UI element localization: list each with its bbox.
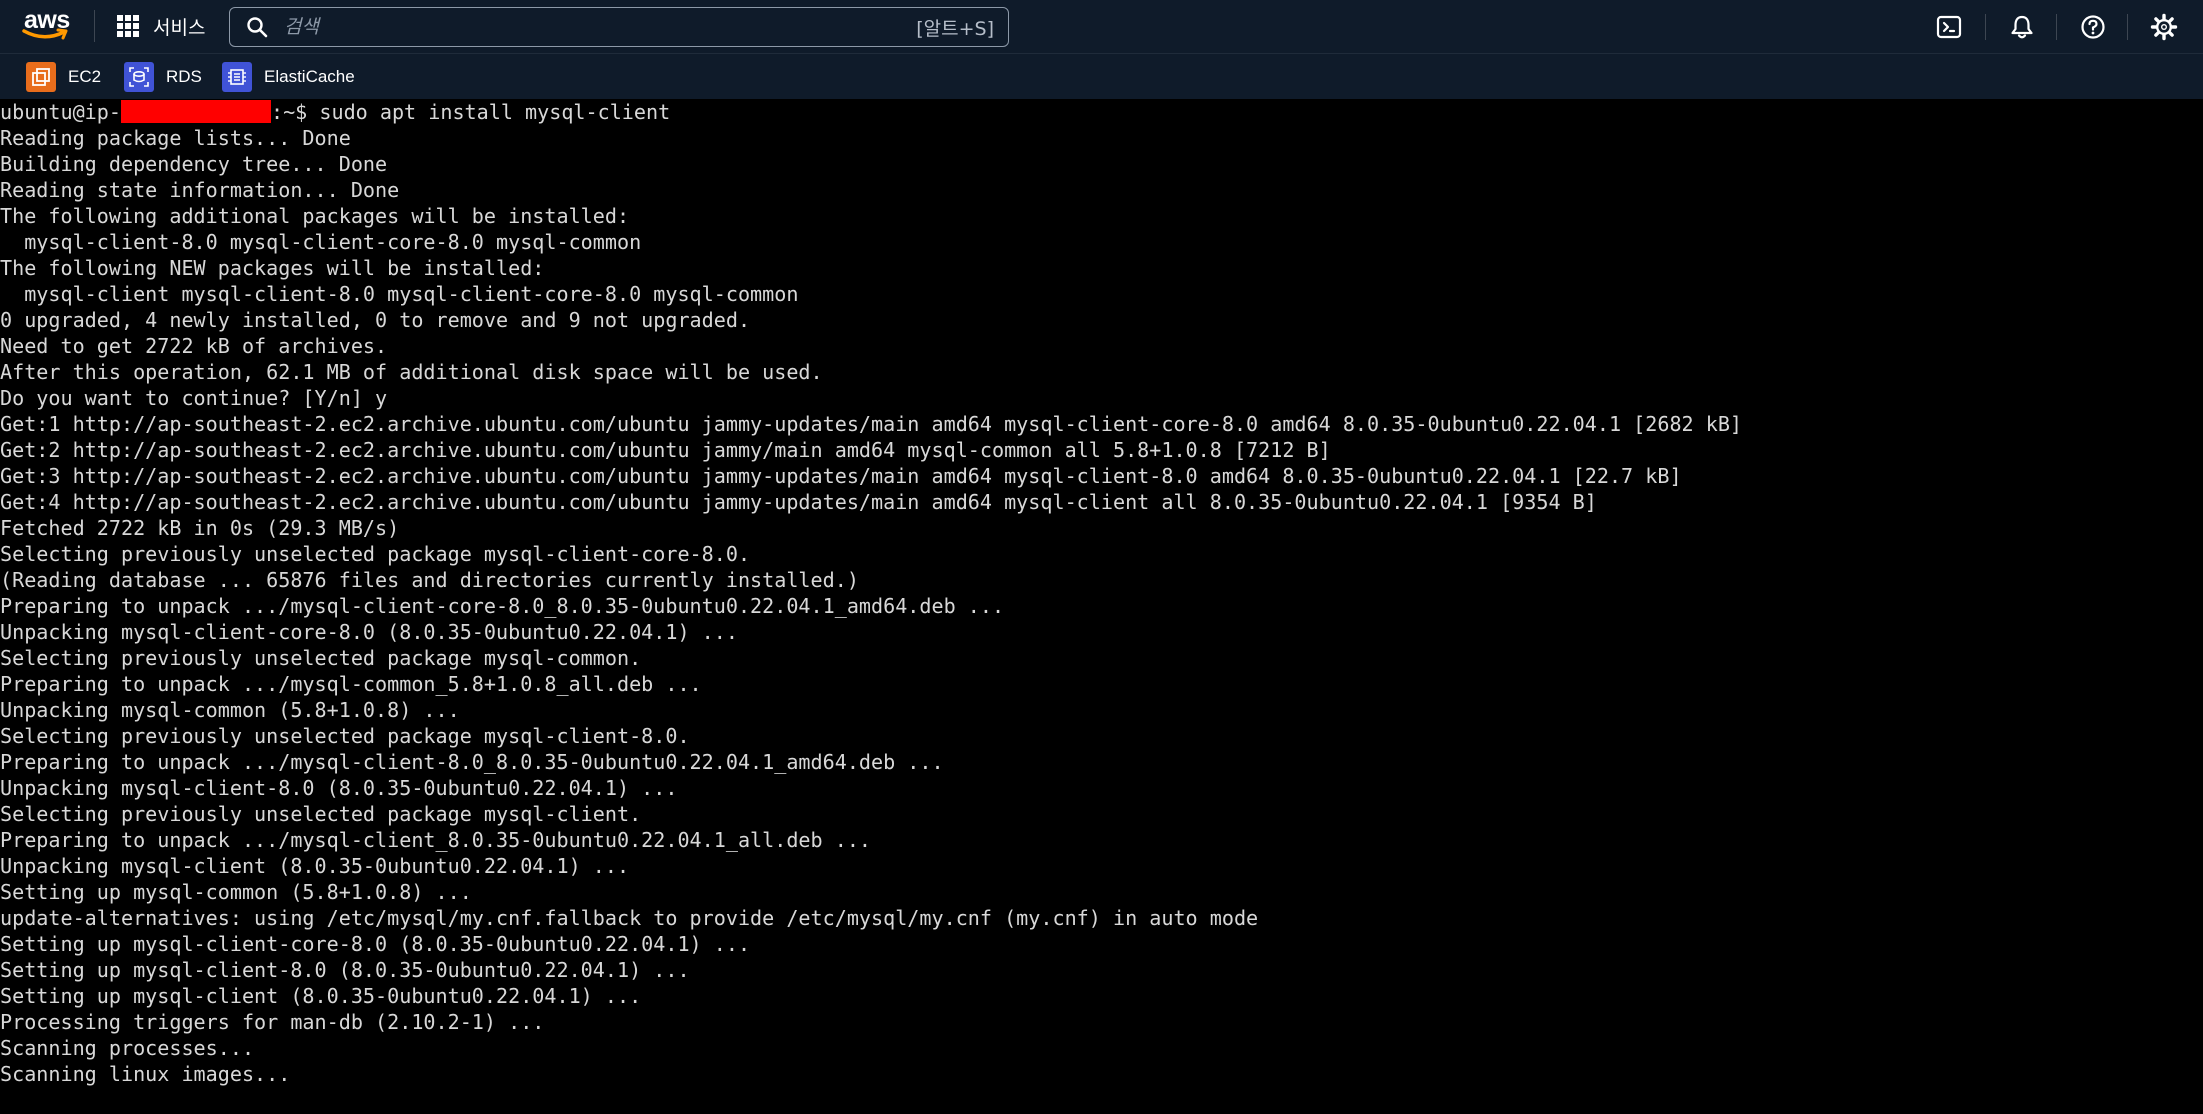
terminal-line: Selecting previously unselected package … (0, 802, 642, 826)
terminal-line: Unpacking mysql-client (8.0.35-0ubuntu0.… (0, 854, 630, 878)
search-icon (246, 16, 268, 38)
redacted-hostname (120, 100, 271, 123)
favorites-bar: EC2 RDS ElastiCache (0, 53, 2203, 99)
terminal-line: Need to get 2722 kB of archives. (0, 334, 388, 358)
favorite-label: ElastiCache (264, 67, 355, 86)
terminal-line: The following additional packages will b… (0, 204, 630, 228)
terminal-line: Setting up mysql-client-core-8.0 (8.0.35… (0, 932, 751, 956)
favorite-elasticache[interactable]: ElastiCache (222, 61, 355, 93)
elasticache-icon (222, 62, 252, 92)
settings-icon[interactable] (2149, 12, 2179, 42)
terminal-line: Preparing to unpack .../mysql-client-8.0… (0, 750, 944, 774)
terminal-line: Selecting previously unselected package … (0, 724, 690, 748)
terminal-line: mysql-client mysql-client-8.0 mysql-clie… (0, 282, 799, 306)
terminal-line: Unpacking mysql-client-8.0 (8.0.35-0ubun… (0, 776, 678, 800)
terminal-line: Unpacking mysql-client-core-8.0 (8.0.35-… (0, 620, 738, 644)
terminal-line: Reading package lists... Done (0, 126, 351, 150)
nav-divider (1985, 14, 1986, 40)
terminal-line: (Reading database ... 65876 files and di… (0, 568, 859, 592)
terminal-line: Scanning linux images... (0, 1062, 291, 1086)
terminal-line: Get:3 http://ap-southeast-2.ec2.archive.… (0, 464, 1682, 488)
terminal-line: Scanning processes... (0, 1036, 255, 1060)
aws-logo[interactable]: aws (22, 6, 72, 44)
bell-icon[interactable] (2007, 12, 2037, 42)
terminal-line: The following NEW packages will be insta… (0, 256, 545, 280)
help-icon[interactable] (2078, 12, 2108, 42)
top-navigation-bar: aws 서비스 [알트+S] (0, 0, 2203, 53)
favorite-rds[interactable]: RDS (124, 61, 202, 93)
nav-divider (94, 10, 95, 42)
terminal-line: Selecting previously unselected package … (0, 646, 642, 670)
terminal-line: Processing triggers for man-db (2.10.2-1… (0, 1010, 545, 1034)
favorite-label: EC2 (68, 67, 102, 86)
favorite-label: RDS (166, 67, 202, 86)
terminal-line: Get:1 http://ap-southeast-2.ec2.archive.… (0, 412, 1743, 436)
terminal-prompt-line: ubuntu@ip- :~$ sudo apt install mysql-cli… (0, 99, 2203, 125)
terminal-line: Fetched 2722 kB in 0s (29.3 MB/s) (0, 516, 400, 540)
terminal-line: After this operation, 62.1 MB of additio… (0, 360, 823, 384)
prompt-command: :~$ sudo apt install mysql-client (270, 100, 671, 124)
nav-divider (2056, 14, 2057, 40)
favorite-ec2[interactable]: EC2 (26, 61, 101, 93)
terminal-line: Preparing to unpack .../mysql-common_5.8… (0, 672, 702, 696)
terminal-line: Preparing to unpack .../mysql-client-cor… (0, 594, 1005, 618)
terminal-output[interactable]: ubuntu@ip- :~$ sudo apt install mysql-cli… (0, 99, 2203, 1114)
terminal-line: Setting up mysql-client-8.0 (8.0.35-0ubu… (0, 958, 690, 982)
terminal-line: Selecting previously unselected package … (0, 542, 751, 566)
terminal-line: Reading state information... Done (0, 178, 400, 202)
terminal-line: Setting up mysql-common (5.8+1.0.8) ... (0, 880, 472, 904)
terminal-line: Setting up mysql-client (8.0.35-0ubuntu0… (0, 984, 642, 1008)
search-shortcut-hint: [알트+S] (916, 17, 994, 40)
terminal-line: Get:4 http://ap-southeast-2.ec2.archive.… (0, 490, 1597, 514)
aws-smile-icon (22, 28, 68, 40)
terminal-line: Unpacking mysql-common (5.8+1.0.8) ... (0, 698, 460, 722)
terminal-lines: Reading package lists... Done Building de… (0, 125, 2203, 1087)
terminal-line: mysql-client-8.0 mysql-client-core-8.0 m… (0, 230, 642, 254)
terminal-line: update-alternatives: using /etc/mysql/my… (0, 906, 1259, 930)
prompt-user: ubuntu@ip- (0, 100, 121, 124)
terminal-line: Do you want to continue? [Y/n] y (0, 386, 388, 410)
search-box[interactable]: [알트+S] (229, 7, 1009, 47)
rds-icon (124, 62, 154, 92)
search-input[interactable] (282, 15, 917, 39)
terminal-line: Preparing to unpack .../mysql-client_8.0… (0, 828, 872, 852)
terminal-line: Get:2 http://ap-southeast-2.ec2.archive.… (0, 438, 1331, 462)
terminal-line: 0 upgraded, 4 newly installed, 0 to remo… (0, 308, 751, 332)
terminal-line: Building dependency tree... Done (0, 152, 388, 176)
cloudshell-icon[interactable] (1934, 12, 1964, 42)
nav-divider (2127, 14, 2128, 40)
ec2-icon (26, 62, 56, 92)
services-grid-icon (117, 15, 139, 37)
services-label: 서비스 (153, 17, 206, 39)
services-menu-button[interactable]: 서비스 (117, 10, 205, 42)
